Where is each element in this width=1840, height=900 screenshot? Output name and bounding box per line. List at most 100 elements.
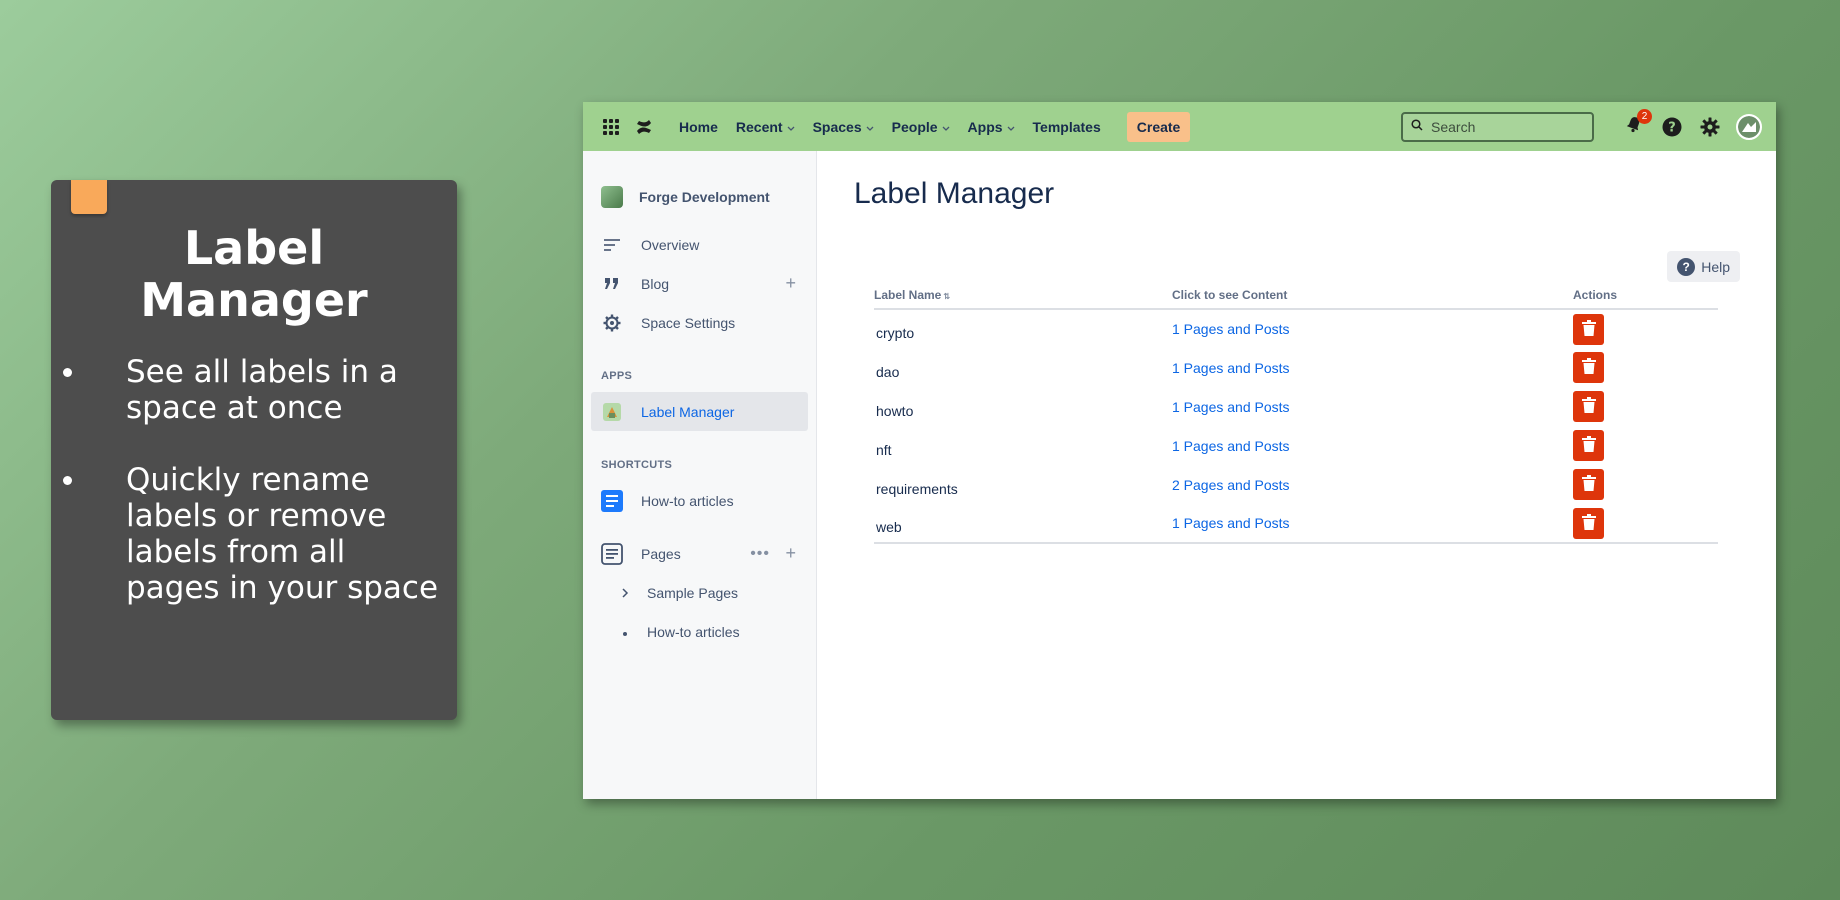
space-header[interactable]: Forge Development (583, 151, 816, 215)
help-icon[interactable]: ? (1660, 115, 1684, 139)
quote-icon (601, 277, 623, 291)
sidebar-item-label: Label Manager (641, 403, 735, 420)
nav-recent-label: Recent (735, 118, 783, 135)
chevron-down-icon (942, 119, 950, 135)
sidebar-item-space-settings[interactable]: Space Settings (583, 303, 816, 342)
bullet-dot-icon (63, 476, 72, 485)
document-blue-icon (601, 489, 623, 512)
chevron-right-icon[interactable] (619, 585, 631, 601)
sidebar-item-label: Overview (641, 236, 700, 253)
top-navigation-bar: Home Recent Spaces People Apps Templates… (583, 102, 1776, 151)
promo-card: Label Manager See all labels in a space … (51, 180, 457, 720)
sidebar-item-label: Blog (641, 275, 670, 292)
settings-gear-icon[interactable] (1698, 115, 1722, 139)
svg-text:?: ? (1668, 120, 1676, 135)
confluence-logo-icon[interactable] (635, 118, 653, 136)
column-header-label-name[interactable]: Label Name ⇅ (874, 287, 1172, 310)
nav-people-label: People (891, 118, 938, 135)
label-name-cell: nft (876, 441, 892, 458)
nav-templates[interactable]: Templates (1033, 119, 1101, 135)
chevron-down-icon (787, 119, 795, 135)
column-header-actions: Actions (1573, 287, 1718, 310)
apps-section-label: APPS (601, 370, 633, 382)
header-text: Label Name (874, 288, 942, 302)
delete-button[interactable] (1573, 469, 1604, 500)
space-logo-icon (601, 186, 623, 208)
nav-spaces-label: Spaces (812, 118, 862, 135)
delete-button[interactable] (1573, 391, 1604, 422)
trash-icon (1581, 513, 1596, 533)
create-button[interactable]: Create (1126, 111, 1191, 142)
sidebar-item-label-manager[interactable]: Label Manager (591, 392, 808, 431)
nav-apps-label: Apps (967, 118, 1003, 135)
promo-bullet-text: See all labels in a space at once (126, 354, 398, 426)
promo-bullet-text: Quickly rename labels or remove labels f… (126, 462, 439, 606)
content-link[interactable]: 1 Pages and Posts (1172, 438, 1290, 454)
delete-button[interactable] (1573, 507, 1604, 539)
more-options-icon[interactable]: ••• (750, 545, 770, 563)
sidebar-item-overview[interactable]: Overview (583, 225, 816, 264)
nav-spaces[interactable]: Spaces (813, 119, 874, 135)
search-input[interactable] (1431, 118, 1571, 135)
shortcuts-section-label: SHORTCUTS (601, 459, 673, 471)
table-row: crypto 1 Pages and Posts (874, 309, 1718, 348)
question-icon: ? (1677, 257, 1696, 276)
trash-icon (1581, 358, 1596, 377)
nav-apps[interactable]: Apps (968, 119, 1015, 135)
trash-icon (1581, 319, 1596, 339)
add-blog-plus-icon[interactable]: + (785, 273, 796, 294)
nav-people[interactable]: People (892, 119, 950, 135)
page-tree-label: Sample Pages (647, 584, 739, 601)
content-link[interactable]: 1 Pages and Posts (1172, 515, 1290, 531)
space-name: Forge Development (639, 189, 770, 205)
table-row: dao 1 Pages and Posts (874, 348, 1718, 387)
sidebar-item-label: Space Settings (641, 314, 736, 331)
bullet-dot-icon (63, 368, 72, 377)
nav-home[interactable]: Home (679, 119, 718, 135)
label-name-cell: dao (876, 363, 900, 380)
content-link[interactable]: 1 Pages and Posts (1172, 360, 1290, 376)
sort-icon: ⇅ (943, 292, 951, 301)
table-header-row: Label Name ⇅ Click to see Content Actions (874, 287, 1718, 310)
app-switcher-icon[interactable] (603, 118, 619, 135)
table-row: web 1 Pages and Posts (874, 504, 1718, 544)
label-name-cell: howto (876, 402, 914, 419)
sidebar-item-pages[interactable]: Pages ••• + (583, 534, 816, 573)
user-avatar[interactable] (1736, 113, 1762, 140)
help-button-label: Help (1701, 258, 1730, 275)
page-tree-item[interactable]: How-to articles (583, 612, 816, 651)
label-name-cell: web (874, 504, 1172, 544)
content-link[interactable]: 2 Pages and Posts (1172, 477, 1290, 493)
nav-recent[interactable]: Recent (736, 119, 795, 135)
table-row: requirements 2 Pages and Posts (874, 465, 1718, 504)
content-link[interactable]: 1 Pages and Posts (1172, 399, 1290, 415)
label-name-cell: requirements (876, 480, 958, 497)
trash-icon (1581, 397, 1596, 416)
page-tree-label: How-to articles (647, 623, 740, 640)
chevron-down-icon (1007, 119, 1015, 135)
promo-title: Label Manager (140, 221, 368, 327)
chevron-down-icon (866, 119, 874, 135)
bookmark-ribbon (71, 180, 107, 214)
page-title: Label Manager (854, 177, 1055, 210)
sidebar-item-blog[interactable]: Blog + (583, 264, 816, 303)
delete-button[interactable] (1573, 352, 1604, 383)
add-page-plus-icon[interactable]: + (785, 543, 796, 564)
page-tree-item[interactable]: Sample Pages (583, 573, 816, 612)
notification-badge: 2 (1637, 108, 1652, 124)
gear-icon (601, 314, 623, 332)
label-manager-app-icon (601, 402, 623, 422)
promo-bullet: Quickly rename labels or remove labels f… (51, 462, 457, 606)
sidebar-item-label: Pages (641, 545, 681, 562)
confluence-window: Home Recent Spaces People Apps Templates… (583, 102, 1776, 799)
delete-button[interactable] (1573, 430, 1604, 461)
bullet-icon (619, 624, 631, 640)
help-button[interactable]: ? Help (1667, 251, 1740, 282)
trash-icon (1581, 475, 1596, 494)
content-link[interactable]: 1 Pages and Posts (1172, 321, 1290, 337)
notifications-button[interactable]: 2 (1622, 108, 1652, 139)
sidebar-item-shortcut-howto[interactable]: How-to articles (583, 481, 816, 520)
promo-bullet: See all labels in a space at once (51, 354, 457, 426)
search-field[interactable] (1401, 111, 1594, 142)
delete-button[interactable] (1573, 313, 1604, 345)
